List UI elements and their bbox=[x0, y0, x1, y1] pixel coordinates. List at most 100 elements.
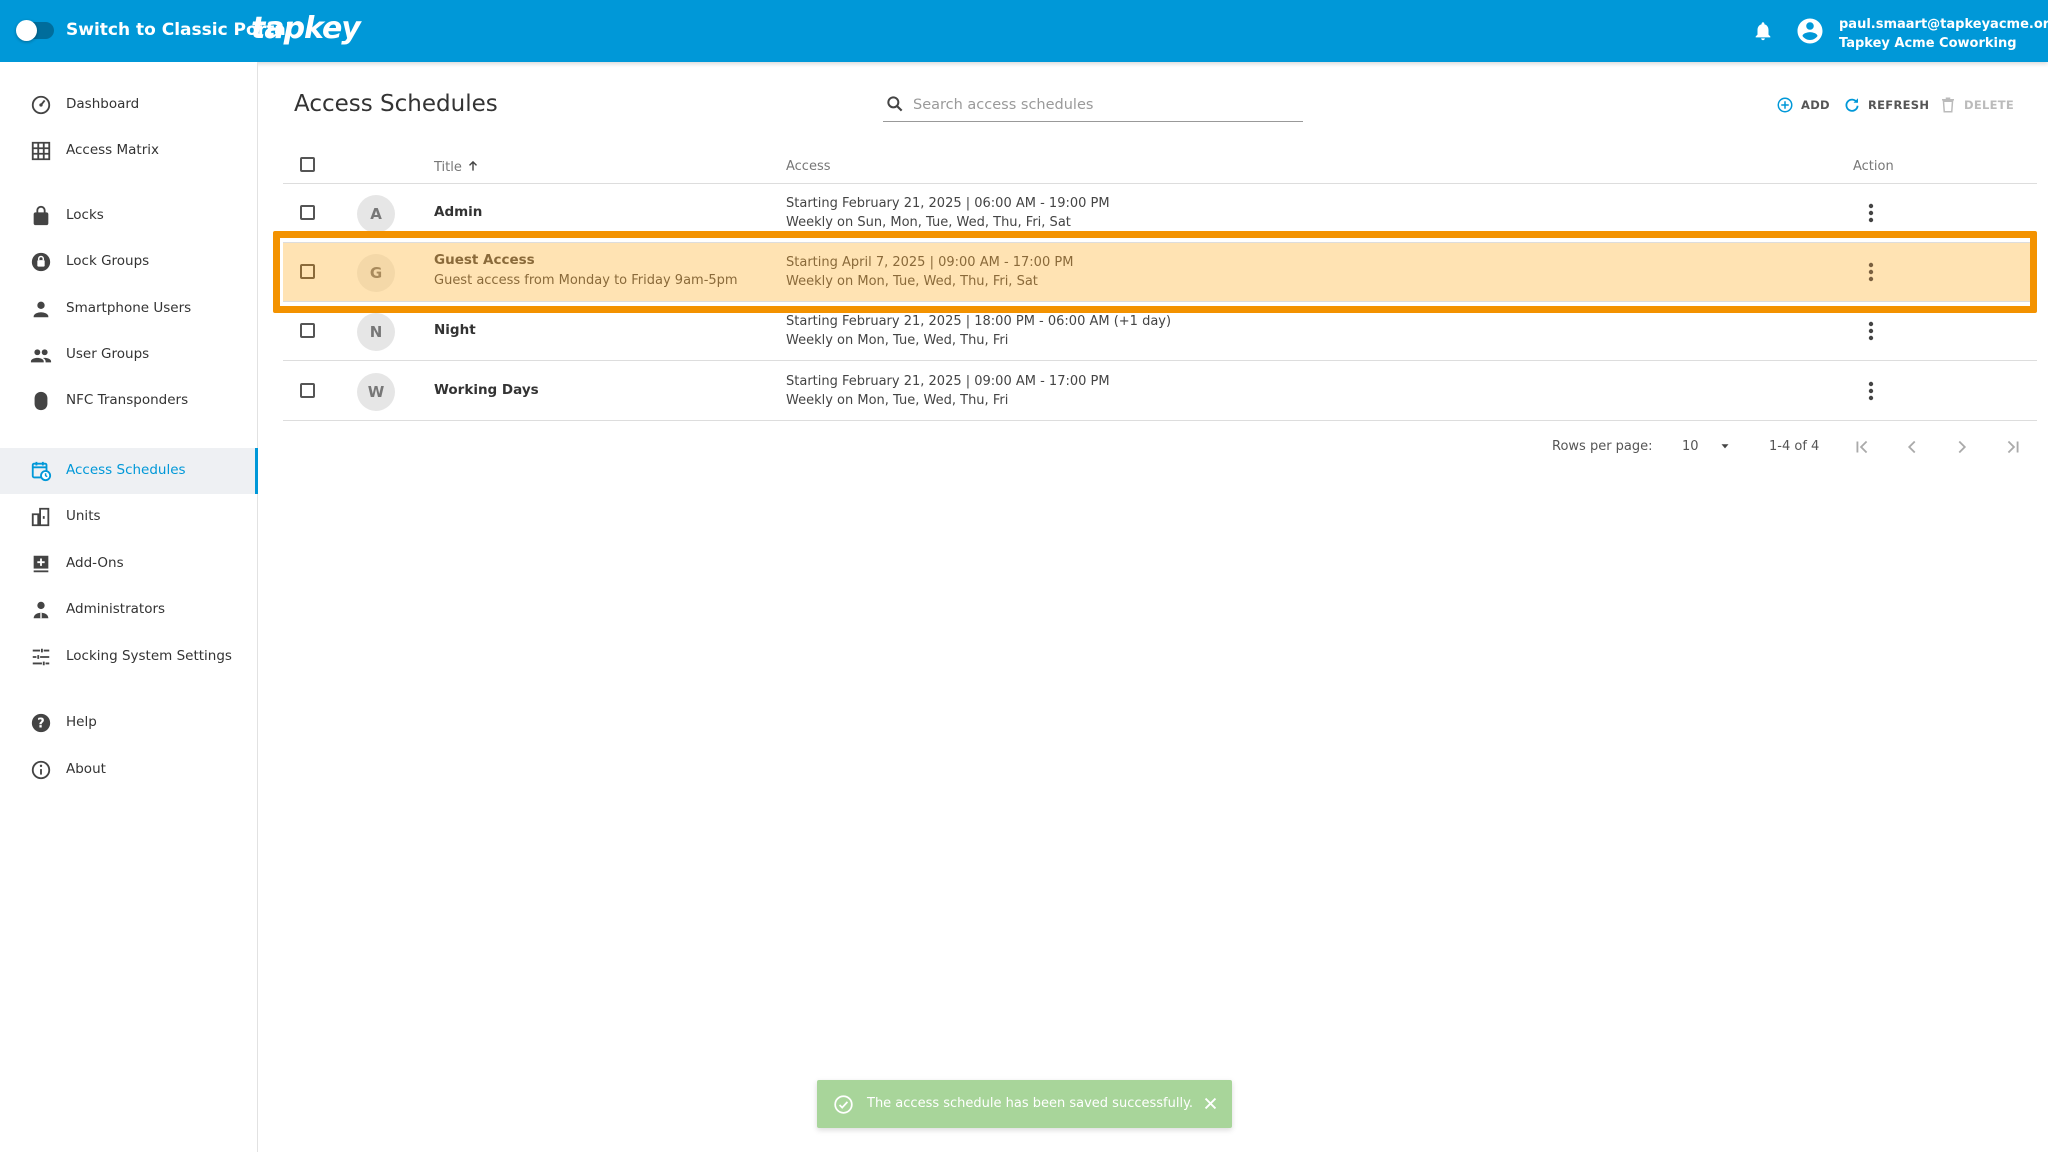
sidebar-item-access-matrix[interactable]: Access Matrix bbox=[0, 128, 258, 174]
sidebar-item-label: Help bbox=[66, 714, 97, 730]
more-vert-icon[interactable] bbox=[1867, 320, 1875, 342]
caret-down-icon[interactable] bbox=[1718, 439, 1732, 453]
row-access-days: Weekly on Mon, Tue, Wed, Thu, Fri bbox=[786, 333, 1009, 348]
sidebar-item-label: Lock Groups bbox=[66, 253, 150, 269]
bell-icon[interactable] bbox=[1752, 19, 1774, 43]
first-page-icon[interactable] bbox=[1851, 436, 1873, 458]
sidebar-item-label: Administrators bbox=[66, 601, 166, 617]
row-description: Guest access from Monday to Friday 9am-5… bbox=[434, 273, 738, 288]
row-access-days: Weekly on Mon, Tue, Wed, Thu, Fri bbox=[786, 393, 1009, 408]
sidebar-item-locking-system-settings[interactable]: Locking System Settings bbox=[0, 634, 258, 680]
column-header-action: Action bbox=[1853, 159, 1894, 174]
previous-page-icon[interactable] bbox=[1901, 436, 1923, 458]
admin-icon bbox=[33, 601, 49, 619]
pagination: Rows per page: 10 1-4 of 4 bbox=[283, 433, 2037, 463]
people-icon bbox=[30, 349, 52, 363]
sidebar-item-help[interactable]: ? Help bbox=[0, 700, 258, 746]
avatar: G bbox=[357, 254, 395, 292]
info-icon bbox=[31, 760, 51, 780]
row-access-days: Weekly on Sun, Mon, Tue, Wed, Thu, Fri, … bbox=[786, 215, 1071, 230]
next-page-icon[interactable] bbox=[1951, 436, 1973, 458]
more-vert-icon[interactable] bbox=[1867, 202, 1875, 224]
lock-icon bbox=[33, 205, 49, 226]
sidebar-item-label: Access Matrix bbox=[66, 142, 160, 158]
search-input[interactable] bbox=[913, 94, 1293, 116]
toggle-knob bbox=[16, 20, 37, 41]
user-email: paul.smaart@tapkeyacme.org bbox=[1839, 17, 2048, 32]
sidebar-item-administrators[interactable]: Administrators bbox=[0, 587, 258, 633]
sidebar-item-units[interactable]: Units bbox=[0, 494, 258, 540]
table-row[interactable]: W Working Days Starting February 21, 202… bbox=[283, 362, 2037, 421]
rows-per-page-label: Rows per page: bbox=[1552, 439, 1653, 454]
sidebar-item-label: Smartphone Users bbox=[66, 300, 192, 316]
table-row[interactable]: G Guest Access Guest access from Monday … bbox=[283, 243, 2037, 302]
sidebar-item-label: User Groups bbox=[66, 346, 150, 362]
delete-button[interactable]: DELETE bbox=[1939, 95, 2014, 115]
check-circle-icon bbox=[834, 1095, 853, 1114]
account-circle-icon[interactable] bbox=[1795, 16, 1825, 46]
row-title: Night bbox=[434, 322, 476, 338]
success-toast: The access schedule has been saved succe… bbox=[817, 1080, 1232, 1128]
sidebar-item-label: Access Schedules bbox=[66, 462, 186, 478]
dashboard-icon bbox=[31, 95, 51, 115]
row-title: Admin bbox=[434, 204, 483, 220]
select-all-checkbox[interactable] bbox=[300, 157, 315, 172]
add-button[interactable]: ADD bbox=[1776, 95, 1830, 115]
row-access-period: Starting February 21, 2025 | 18:00 PM - … bbox=[786, 314, 1172, 329]
row-checkbox[interactable] bbox=[300, 264, 315, 279]
column-header-access: Access bbox=[786, 159, 831, 174]
sidebar-item-about[interactable]: About bbox=[0, 747, 258, 793]
page-title: Access Schedules bbox=[294, 91, 498, 117]
table-header: Title Access Action bbox=[283, 148, 2037, 184]
user-info[interactable]: paul.smaart@tapkeyacme.org Tapkey Acme C… bbox=[1839, 15, 2048, 53]
table-row[interactable]: N Night Starting February 21, 2025 | 18:… bbox=[283, 302, 2037, 361]
search-box bbox=[883, 92, 1303, 122]
sidebar-item-locks[interactable]: Locks bbox=[0, 193, 258, 239]
row-checkbox[interactable] bbox=[300, 383, 315, 398]
organization-name: Tapkey Acme Coworking bbox=[1839, 36, 2017, 51]
delete-label: DELETE bbox=[1964, 98, 2015, 112]
svg-text:?: ? bbox=[37, 717, 44, 732]
column-header-title[interactable]: Title bbox=[434, 159, 480, 175]
sidebar-item-lock-groups[interactable]: Lock Groups bbox=[0, 239, 258, 285]
sidebar-item-nfc-transponders[interactable]: NFC Transponders bbox=[0, 378, 258, 424]
help-icon: ? bbox=[31, 713, 51, 733]
add-on-icon bbox=[33, 555, 49, 573]
more-vert-icon[interactable] bbox=[1867, 261, 1875, 283]
person-icon bbox=[33, 301, 49, 318]
page-range: 1-4 of 4 bbox=[1769, 439, 1820, 454]
tapkey-logo: tapkey bbox=[251, 11, 361, 46]
arrow-up-icon bbox=[468, 160, 477, 171]
classic-portal-toggle[interactable] bbox=[16, 20, 54, 41]
grid-icon bbox=[31, 141, 51, 161]
avatar: A bbox=[357, 195, 395, 233]
sidebar-item-label: Units bbox=[66, 508, 101, 524]
sidebar-item-smartphone-users[interactable]: Smartphone Users bbox=[0, 286, 258, 332]
row-checkbox[interactable] bbox=[300, 323, 315, 338]
row-access-days: Weekly on Mon, Tue, Wed, Thu, Fri, Sat bbox=[786, 274, 1038, 289]
refresh-icon bbox=[1845, 98, 1859, 112]
row-title: Working Days bbox=[434, 382, 539, 398]
trash-icon bbox=[1942, 97, 1954, 113]
sidebar-item-label: About bbox=[66, 761, 106, 777]
search-icon bbox=[887, 96, 903, 112]
sidebar: Dashboard Access Matrix Locks Lock Group… bbox=[0, 62, 258, 1152]
table-row[interactable]: A Admin Starting February 21, 2025 | 06:… bbox=[283, 184, 2037, 243]
sidebar-item-user-groups[interactable]: User Groups bbox=[0, 332, 258, 378]
add-label: ADD bbox=[1801, 98, 1830, 112]
row-checkbox[interactable] bbox=[300, 205, 315, 220]
close-icon[interactable] bbox=[1202, 1095, 1219, 1112]
sidebar-item-label: Add-Ons bbox=[66, 555, 124, 571]
row-access-period: Starting February 21, 2025 | 06:00 AM - … bbox=[786, 196, 1110, 211]
avatar: N bbox=[357, 313, 395, 351]
sidebar-item-access-schedules[interactable]: Access Schedules bbox=[0, 448, 258, 494]
sidebar-item-label: NFC Transponders bbox=[66, 392, 189, 408]
refresh-button[interactable]: REFRESH bbox=[1843, 95, 1929, 115]
sidebar-item-add-ons[interactable]: Add-Ons bbox=[0, 541, 258, 587]
more-vert-icon[interactable] bbox=[1867, 380, 1875, 402]
sidebar-item-dashboard[interactable]: Dashboard bbox=[0, 82, 258, 128]
lock-group-icon bbox=[31, 252, 51, 272]
units-icon bbox=[31, 507, 50, 527]
transponder-icon bbox=[34, 391, 48, 411]
last-page-icon[interactable] bbox=[2002, 436, 2024, 458]
